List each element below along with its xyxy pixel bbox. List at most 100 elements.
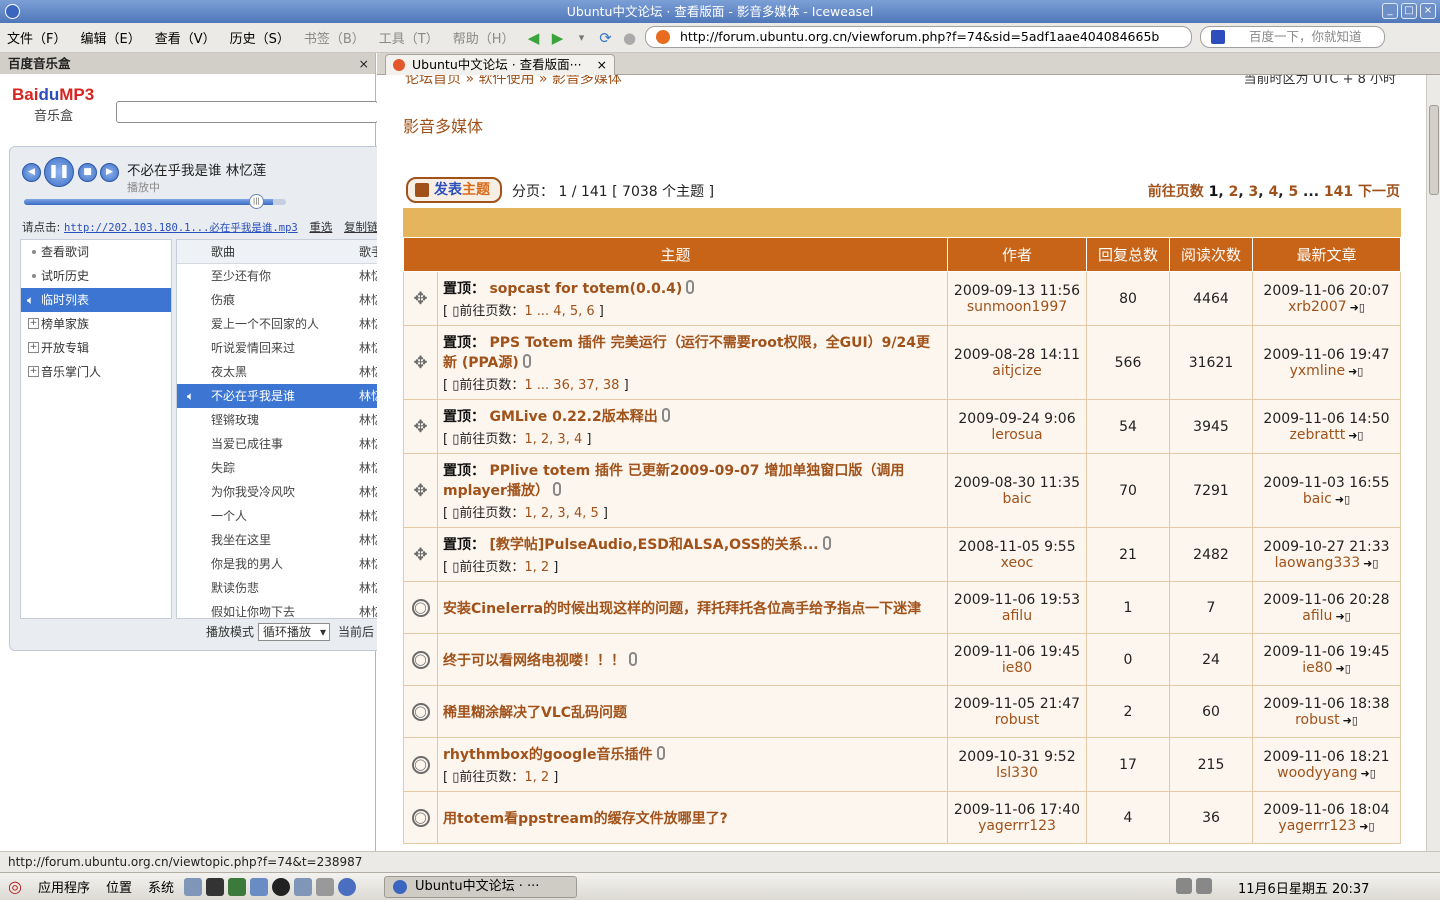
topic-author-link[interactable]: ie80 <box>948 660 1086 676</box>
last-post-author-link[interactable]: laowang333 <box>1275 555 1361 571</box>
goto-last-post-icon[interactable]: ➜▯ <box>1343 714 1358 727</box>
cube-icon[interactable] <box>250 877 269 896</box>
topic-title-link[interactable]: [教学帖]PulseAudio,ESD和ALSA,OSS的关系... <box>489 537 818 553</box>
page-link-3[interactable]: 3 <box>1249 184 1259 200</box>
song-row[interactable]: 当爱已成往事 林忆 <box>177 432 385 456</box>
topic-author-link[interactable]: aitjcize <box>948 363 1086 379</box>
screen-icon[interactable] <box>294 877 313 896</box>
topic-author-link[interactable]: robust <box>948 712 1086 728</box>
music-search-input[interactable] <box>116 101 378 123</box>
launcher-icon-1[interactable] <box>184 877 203 896</box>
topic-page-links[interactable]: 1, 2 <box>524 560 549 575</box>
task-button-browser[interactable]: Ubuntu中文论坛 · ··· <box>384 876 577 898</box>
mp3-link[interactable]: http://202.103.180.1...必在乎我是谁.mp3 <box>64 222 298 234</box>
last-post-author-link[interactable]: afilu <box>1302 608 1332 624</box>
last-post-author-link[interactable]: yxmline <box>1290 363 1345 379</box>
topic-title-link[interactable]: PPS Totem 插件 完美运行（运行不需要root权限，全GUI）9/24更… <box>443 335 930 371</box>
song-row[interactable]: 假如让你吻下去 林忆 <box>177 600 385 618</box>
last-post-author-link[interactable]: woodyyang <box>1277 765 1357 781</box>
page-link-1[interactable]: 1 <box>1209 184 1219 200</box>
page-link-4[interactable]: 4 <box>1268 184 1278 200</box>
network-icon[interactable] <box>1176 878 1192 894</box>
goto-last-post-icon[interactable]: ➜▯ <box>1363 557 1378 570</box>
menu-applications[interactable]: 应用程序 <box>30 877 98 896</box>
breadcrumb[interactable]: 论坛首页 » 软件使用 » 影音多媒体 <box>405 75 622 88</box>
reselect-button[interactable]: 重选 <box>309 220 332 234</box>
song-row[interactable]: 一个人 林忆 <box>177 504 385 528</box>
page-link-2[interactable]: 2 <box>1229 184 1239 200</box>
song-row[interactable]: 失踪 林忆 <box>177 456 385 480</box>
goto-last-post-icon[interactable]: ➜▯ <box>1335 493 1350 506</box>
back-icon[interactable]: ◀ <box>524 28 544 48</box>
menu-system[interactable]: 系统 <box>140 877 182 896</box>
topic-page-links[interactable]: 1, 2, 3, 4, 5 <box>524 506 598 521</box>
topic-title-link[interactable]: sopcast for totem(0.0.4) <box>489 281 682 297</box>
menu-file[interactable]: 文件（F） <box>0 28 73 47</box>
topic-author-link[interactable]: xeoc <box>948 555 1086 571</box>
topic-title-link[interactable]: 安装Cinelerra的时候出现这样的问题，拜托拜托各位高手给予指点一下迷津 <box>443 601 921 617</box>
goto-last-post-icon[interactable]: ➜▯ <box>1336 662 1351 675</box>
copy-link-button[interactable]: 复制链 <box>344 220 379 234</box>
stop-icon[interactable]: ● <box>620 28 640 48</box>
progress-bar[interactable] <box>24 199 286 205</box>
scroll-thumb[interactable] <box>1429 105 1439 195</box>
next-icon[interactable]: ▶ <box>100 163 119 182</box>
nav-charts[interactable]: 榜单家族 <box>21 312 171 336</box>
goto-last-post-icon[interactable]: ➜▯ <box>1359 820 1374 833</box>
last-post-author-link[interactable]: robust <box>1295 712 1340 728</box>
monitor-icon[interactable] <box>228 877 247 896</box>
search-box[interactable]: 百度一下，你就知道 <box>1200 26 1385 48</box>
menu-edit[interactable]: 编辑（E） <box>73 28 147 47</box>
minimize-button[interactable]: _ <box>1382 3 1398 19</box>
close-sidebar-icon[interactable]: × <box>359 53 369 74</box>
forum-title[interactable]: 影音多媒体 <box>403 113 483 137</box>
last-post-author-link[interactable]: xrb2007 <box>1288 299 1347 315</box>
stop-icon[interactable]: ■ <box>78 163 97 182</box>
topic-title-link[interactable]: 稀里糊涂解决了VLC乱码问题 <box>443 705 627 721</box>
baidu-engine-icon[interactable] <box>1211 30 1225 44</box>
last-post-author-link[interactable]: zebrattt <box>1290 427 1346 443</box>
page-link-last[interactable]: 141 <box>1324 184 1353 200</box>
page-link-5[interactable]: 5 <box>1288 184 1298 200</box>
volume-icon[interactable] <box>1196 878 1212 894</box>
topic-title-link[interactable]: 终于可以看网络电视喽！！！ <box>443 653 625 669</box>
menu-view[interactable]: 查看（V） <box>148 28 223 47</box>
close-tab-icon[interactable]: × <box>597 55 607 75</box>
topic-title-link[interactable]: 用totem看ppstream的缓存文件放哪里了? <box>443 811 728 827</box>
song-row[interactable]: 听说爱情回来过 林忆 <box>177 336 385 360</box>
topic-title-link[interactable]: GMLive 0.22.2版本释出 <box>489 409 657 425</box>
topic-author-link[interactable]: sunmoon1997 <box>948 299 1086 315</box>
last-post-author-link[interactable]: yagerrr123 <box>1278 818 1356 834</box>
song-row[interactable]: 至少还有你 林忆 <box>177 264 385 288</box>
goto-last-post-icon[interactable]: ➜▯ <box>1348 429 1363 442</box>
qq-penguin-icon[interactable] <box>272 877 291 896</box>
topic-author-link[interactable]: yagerrr123 <box>948 818 1086 834</box>
topic-page-links[interactable]: 1, 2, 3, 4 <box>524 432 582 447</box>
page-scrollbar[interactable] <box>1426 75 1440 851</box>
goto-last-post-icon[interactable]: ➜▯ <box>1348 365 1363 378</box>
goto-last-post-icon[interactable]: ➜▯ <box>1335 610 1350 623</box>
history-dropdown-icon[interactable]: ▾ <box>572 28 592 48</box>
topic-page-links[interactable]: 1, 2 <box>524 770 549 785</box>
nav-masters[interactable]: 音乐掌门人 <box>21 360 171 384</box>
menu-history[interactable]: 历史（S） <box>223 28 297 47</box>
goto-last-post-icon[interactable]: ➜▯ <box>1350 301 1365 314</box>
song-row[interactable]: 默读伤悲 林忆 <box>177 576 385 600</box>
song-row[interactable]: 🔈︎ 不必在乎我是谁 林忆 <box>177 384 385 408</box>
new-topic-button[interactable]: 发表主题 <box>406 177 502 203</box>
maximize-button[interactable]: □ <box>1401 3 1417 19</box>
progress-knob[interactable]: ||| <box>248 194 264 209</box>
topic-page-links[interactable]: 1 ... 36, 37, 38 <box>524 378 619 393</box>
song-row[interactable]: 为你我受冷风吹 林忆 <box>177 480 385 504</box>
topic-title-link[interactable]: PPlive totem 插件 已更新2009-09-07 增加单独窗口版（调用… <box>443 463 904 499</box>
nav-history[interactable]: 试听历史 <box>21 264 171 288</box>
topic-title-link[interactable]: rhythmbox的google音乐插件 <box>443 747 653 763</box>
topic-author-link[interactable]: lsl330 <box>948 765 1086 781</box>
play-mode-select[interactable]: 循环播放 <box>258 623 331 641</box>
clock[interactable]: 11月6日星期五 20:37 <box>1238 878 1369 897</box>
topic-author-link[interactable]: lerosua <box>948 427 1086 443</box>
prev-icon[interactable]: ◀ <box>22 163 41 182</box>
dictionary-icon[interactable] <box>316 877 335 896</box>
menu-places[interactable]: 位置 <box>98 877 140 896</box>
song-row[interactable]: 铿锵玫瑰 林忆 <box>177 408 385 432</box>
